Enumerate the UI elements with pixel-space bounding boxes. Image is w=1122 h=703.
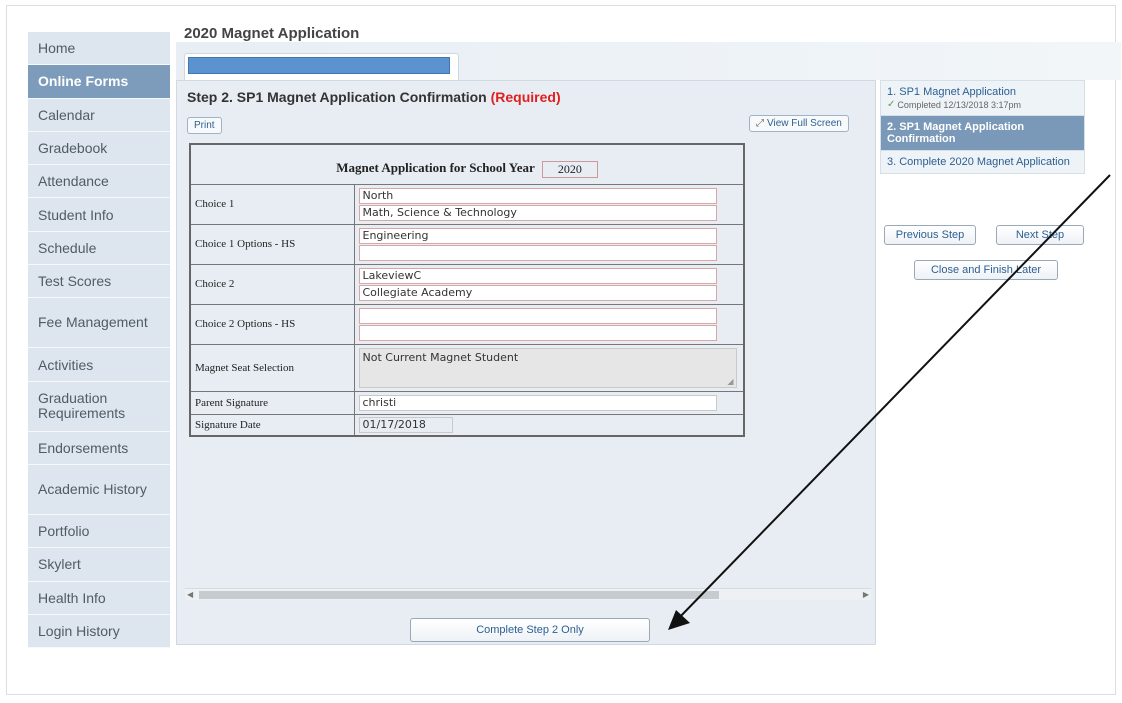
sidebar-item-attendance[interactable]: Attendance xyxy=(28,165,170,199)
sidebar-item-schedule[interactable]: Schedule xyxy=(28,231,170,266)
choice2-options-label: Choice 2 Options - HS xyxy=(189,303,355,345)
step-item-3[interactable]: 3. Complete 2020 Magnet Application xyxy=(880,151,1085,174)
seat-selection-value: Not Current Magnet Student xyxy=(362,350,519,364)
view-full-screen-button[interactable]: ⤢ View Full Screen xyxy=(749,115,849,132)
signature-date-label: Signature Date xyxy=(189,413,355,436)
scrollbar-thumb[interactable] xyxy=(199,591,719,599)
signature-date-cell: 01/17/2018 xyxy=(353,413,745,436)
choice2-label: Choice 2 xyxy=(189,263,355,305)
print-button[interactable]: Print xyxy=(187,117,222,134)
choice2-school-field[interactable]: LakeviewC xyxy=(358,267,717,284)
choice1-options-label: Choice 1 Options - HS xyxy=(189,223,355,265)
sidebar-item-health-info[interactable]: Health Info xyxy=(28,581,170,615)
sidebar-item-graduation-requirements[interactable]: Graduation Requirements xyxy=(28,381,170,432)
choice2-option-field[interactable] xyxy=(358,307,717,324)
seat-selection-field[interactable]: Not Current Magnet Student ◢ xyxy=(358,347,737,388)
sidebar-item-activities[interactable]: Activities xyxy=(28,348,170,382)
document-viewer: Magnet Application for School Year 2020 … xyxy=(185,139,871,587)
scroll-left-icon[interactable]: ◀ xyxy=(187,589,193,601)
signature-date-field[interactable]: 01/17/2018 xyxy=(358,416,453,433)
choice2-options-cell xyxy=(353,303,745,345)
required-label: (Required) xyxy=(490,89,561,105)
step-1-meta: Completed 12/13/2018 3:17pm xyxy=(897,99,1021,110)
choice1-options-cell: Engineering xyxy=(353,223,745,265)
step-item-1[interactable]: 1. SP1 Magnet Application ✓ Completed 12… xyxy=(880,80,1085,116)
step-1-status: ✓ Completed 12/13/2018 3:17pm xyxy=(887,99,1078,110)
sidebar-item-student-info[interactable]: Student Info xyxy=(28,198,170,232)
step-title: Step 2. SP1 Magnet Application Confirmat… xyxy=(187,89,561,105)
parent-signature-field[interactable]: christi xyxy=(358,394,717,411)
step-title-text: Step 2. SP1 Magnet Application Confirmat… xyxy=(187,89,487,105)
complete-step-button[interactable]: Complete Step 2 Only xyxy=(410,618,650,642)
sidebar-item-skylert[interactable]: Skylert xyxy=(28,548,170,582)
choice1-label: Choice 1 xyxy=(189,183,355,225)
sidebar-item-fee-management[interactable]: Fee Management xyxy=(28,298,170,349)
form-heading-text: Magnet Application for School Year xyxy=(336,160,535,176)
parent-signature-cell: christi xyxy=(353,390,745,415)
sidebar-nav: Home Online Forms Calendar Gradebook Att… xyxy=(28,32,170,649)
form-heading: Magnet Application for School Year 2020 xyxy=(189,143,745,185)
previous-step-button[interactable]: Previous Step xyxy=(884,225,976,245)
choice2-cell: LakeviewC Collegiate Academy xyxy=(353,263,745,305)
next-step-button[interactable]: Next Step xyxy=(996,225,1084,245)
check-icon: ✓ xyxy=(887,99,896,110)
choice1-program-field[interactable]: Math, Science & Technology xyxy=(358,204,717,221)
sidebar-item-home[interactable]: Home xyxy=(28,32,170,66)
sidebar-item-academic-history[interactable]: Academic History xyxy=(28,464,170,515)
choice1-school-field[interactable]: North xyxy=(358,187,717,204)
close-finish-later-button[interactable]: Close and Finish Later xyxy=(914,260,1058,280)
resize-grip-icon[interactable]: ◢ xyxy=(727,377,733,386)
sidebar-item-login-history[interactable]: Login History xyxy=(28,614,170,649)
step-1-label: 1. SP1 Magnet Application xyxy=(887,86,1017,98)
sidebar-item-endorsements[interactable]: Endorsements xyxy=(28,431,170,465)
choice2-program-field[interactable]: Collegiate Academy xyxy=(358,284,717,301)
magnet-form-table: Magnet Application for School Year 2020 … xyxy=(189,143,745,437)
choice2-option2-field[interactable] xyxy=(358,324,717,341)
main-panel: Step 2. SP1 Magnet Application Confirmat… xyxy=(176,80,876,645)
sidebar-item-test-scores[interactable]: Test Scores xyxy=(28,265,170,299)
scroll-right-icon[interactable]: ▶ xyxy=(863,589,869,601)
choice1-cell: North Math, Science & Technology xyxy=(353,183,745,225)
fullscreen-icon: ⤢ xyxy=(756,118,764,129)
progress-bar xyxy=(188,57,450,74)
school-year-field[interactable]: 2020 xyxy=(541,161,598,178)
sidebar-item-portfolio[interactable]: Portfolio xyxy=(28,514,170,549)
choice1-option-field[interactable]: Engineering xyxy=(358,227,717,244)
sidebar-item-gradebook[interactable]: Gradebook xyxy=(28,131,170,166)
step-item-2[interactable]: 2. SP1 Magnet Application Confirmation xyxy=(880,116,1085,151)
parent-signature-label: Parent Signature xyxy=(189,390,355,415)
seat-selection-cell: Not Current Magnet Student ◢ xyxy=(353,343,745,392)
page-title: 2020 Magnet Application xyxy=(184,25,360,42)
sidebar-item-calendar[interactable]: Calendar xyxy=(28,98,170,132)
view-full-screen-label: View Full Screen xyxy=(767,118,842,129)
horizontal-scrollbar[interactable]: ◀ ▶ xyxy=(185,588,871,600)
choice1-option2-field[interactable] xyxy=(358,244,717,261)
steps-panel: 1. SP1 Magnet Application ✓ Completed 12… xyxy=(880,80,1085,174)
seat-selection-label: Magnet Seat Selection xyxy=(189,343,355,392)
sidebar-item-online-forms[interactable]: Online Forms xyxy=(28,65,170,99)
